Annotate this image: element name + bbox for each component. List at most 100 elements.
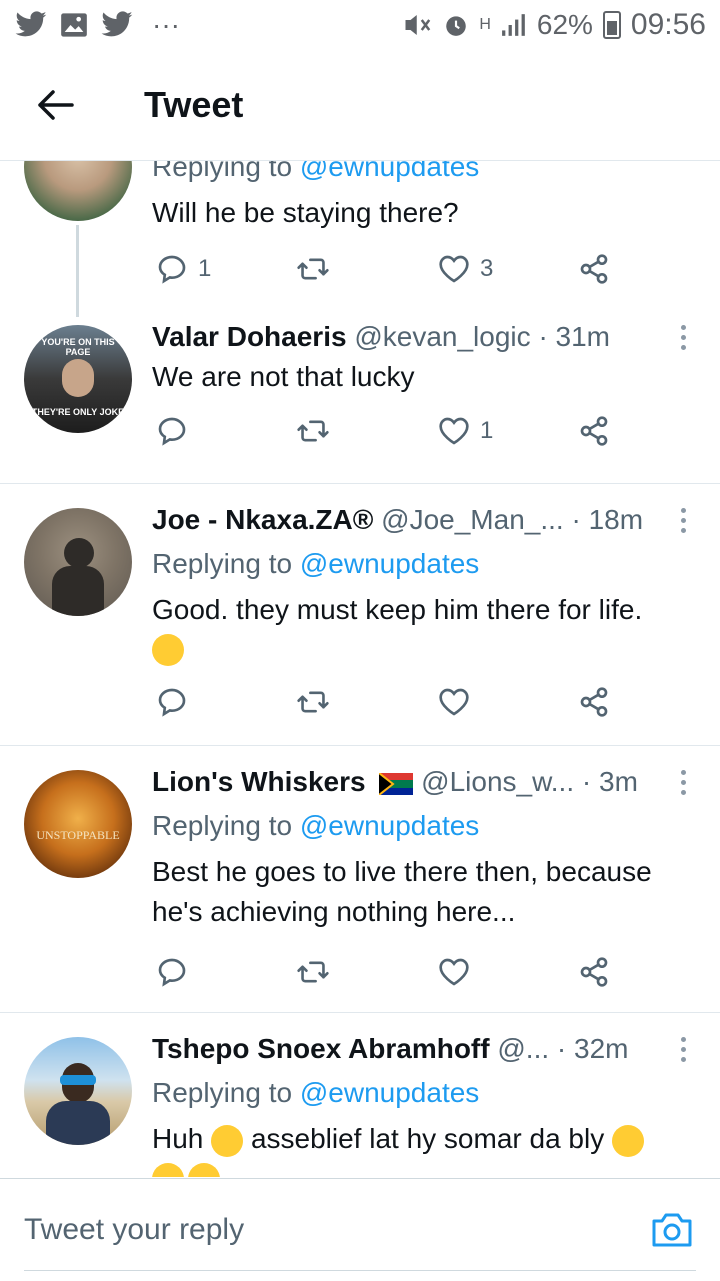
user-handle[interactable]: @kevan_logic	[354, 321, 530, 352]
tweet-actions: 1 3	[152, 249, 632, 289]
avatar[interactable]	[24, 161, 132, 221]
mention-link[interactable]: @ewnupdates	[300, 548, 479, 579]
like-button[interactable]	[438, 957, 470, 987]
timestamp: · 32m	[556, 1033, 629, 1064]
share-button[interactable]	[578, 956, 610, 988]
reply-button[interactable]	[156, 956, 188, 988]
like-button[interactable]	[438, 687, 470, 717]
camera-button[interactable]	[650, 1209, 694, 1254]
user-handle[interactable]: @Lions_w...	[421, 766, 574, 797]
cat-emoji-icon	[152, 1163, 184, 1177]
share-icon	[580, 687, 608, 717]
tweet-content: Replying to @ewnupdates Will he be stayi…	[152, 161, 704, 233]
avatar-body	[46, 1101, 110, 1145]
retweet-button[interactable]	[296, 415, 330, 447]
page-title: Tweet	[144, 84, 244, 125]
share-icon	[580, 416, 608, 446]
tweet-header: Lion's Whiskers @Lions_w... · 3m	[152, 762, 704, 802]
more-options-button[interactable]	[681, 770, 686, 795]
tweet-thread[interactable]: Replying to @ewnupdates Will he be stayi…	[0, 161, 720, 1177]
reply-icon	[158, 688, 186, 717]
camera-icon	[652, 1213, 692, 1247]
tweet[interactable]: Replying to @ewnupdates Will he be stayi…	[0, 161, 720, 317]
mention-link[interactable]: @ewnupdates	[300, 161, 479, 182]
system-icons: H 62% 09:56	[403, 8, 706, 42]
more-options-button[interactable]	[681, 325, 686, 350]
clock: 09:56	[630, 8, 706, 41]
reply-button[interactable]: 1	[156, 253, 211, 285]
avatar[interactable]: YOU'RE ON THIS PAGE THEY'RE ONLY JOKE	[24, 325, 132, 433]
tweet-text: Huh asseblief lat hy somar da bly	[152, 1119, 704, 1159]
retweet-button[interactable]	[296, 956, 330, 988]
tweet-actions	[152, 952, 632, 992]
heart-icon	[439, 958, 469, 986]
avatar-sunglasses	[60, 1075, 96, 1085]
tweet-header: Tshepo Snoex Abramhoff @... · 32m	[152, 1029, 704, 1069]
timestamp: · 3m	[581, 766, 638, 797]
like-button[interactable]: 1	[438, 416, 493, 446]
user-handle[interactable]: @...	[497, 1033, 549, 1064]
reply-input[interactable]: Tweet your reply	[24, 1213, 244, 1247]
image-icon	[61, 13, 87, 37]
grin-emoji-icon	[188, 1163, 221, 1177]
twitter-icon	[101, 11, 133, 37]
retweet-button[interactable]	[296, 253, 330, 285]
avatar[interactable]	[24, 508, 132, 616]
heart-icon	[439, 417, 469, 445]
avatar[interactable]: UNSTOPPABLE	[24, 770, 132, 878]
heart-icon	[439, 255, 469, 283]
reply-icon	[158, 255, 186, 284]
replying-to-label: Replying to	[152, 161, 293, 182]
replying-to-label: Replying to	[152, 810, 293, 841]
heart-icon	[439, 688, 469, 716]
like-button[interactable]: 3	[438, 254, 493, 284]
mention-link[interactable]: @ewnupdates	[300, 1077, 479, 1108]
share-button[interactable]	[578, 686, 610, 718]
tweet-text-part-1: Huh	[152, 1123, 204, 1154]
tweet-content: Joe - Nkaxa.ZA® @Joe_Man_... · 18m Reply…	[152, 500, 704, 666]
avatar-face	[62, 359, 94, 397]
share-button[interactable]	[578, 415, 610, 447]
share-icon	[580, 957, 608, 987]
twitter-icon	[15, 11, 47, 37]
reply-button[interactable]	[156, 686, 188, 718]
share-icon	[580, 254, 608, 284]
battery-percent: 62%	[536, 9, 593, 40]
back-button[interactable]	[0, 89, 110, 121]
mention-link[interactable]: @ewnupdates	[300, 810, 479, 841]
replying-to-label: Replying to	[152, 1077, 293, 1108]
mute-icon	[405, 15, 431, 35]
display-name[interactable]: Valar Dohaeris	[152, 321, 347, 352]
network-type: H	[479, 16, 491, 33]
tweet[interactable]: UNSTOPPABLE Lion's Whiskers @Lions_w... …	[0, 746, 720, 1013]
tweet[interactable]: YOU'RE ON THIS PAGE THEY'RE ONLY JOKE Va…	[0, 313, 720, 484]
retweet-button[interactable]	[296, 686, 330, 718]
display-name[interactable]: Joe - Nkaxa.ZA®	[152, 504, 373, 535]
user-handle[interactable]: @Joe_Man_...	[381, 504, 564, 535]
signal-icon	[501, 14, 525, 36]
replying-to: Replying to @ewnupdates	[152, 161, 704, 187]
tweet-content: Valar Dohaeris @kevan_logic · 31m We are…	[152, 317, 704, 397]
tweet-header: Joe - Nkaxa.ZA® @Joe_Man_... · 18m	[152, 500, 704, 540]
battery-icon	[602, 11, 621, 39]
display-name[interactable]: Tshepo Snoex Abramhoff	[152, 1033, 490, 1064]
south-africa-flag-icon	[379, 772, 414, 795]
notification-icons: ···	[14, 9, 180, 41]
avatar[interactable]	[24, 1037, 132, 1145]
tweet[interactable]: Joe - Nkaxa.ZA® @Joe_Man_... · 18m Reply…	[0, 484, 720, 746]
share-button[interactable]	[578, 253, 610, 285]
display-name[interactable]: Lion's Whiskers	[152, 766, 366, 797]
replying-to: Replying to @ewnupdates	[152, 1073, 704, 1113]
back-arrow-icon	[38, 90, 74, 120]
more-options-button[interactable]	[681, 508, 686, 533]
tweet[interactable]: Tshepo Snoex Abramhoff @... · 32m Replyi…	[0, 1013, 720, 1177]
flushed-emoji-icon	[211, 1124, 244, 1157]
tweet-text: Good. they must keep him there for life.	[152, 594, 643, 625]
emoji-row	[152, 1163, 704, 1177]
avatar-caption-top: YOU'RE ON THIS PAGE	[41, 337, 115, 357]
more-options-button[interactable]	[681, 1037, 686, 1062]
tweet-text: Will he be staying there?	[152, 197, 459, 228]
header: Tweet	[0, 50, 720, 161]
reply-button[interactable]	[156, 415, 188, 447]
more-notifications-dots: ···	[152, 9, 180, 40]
